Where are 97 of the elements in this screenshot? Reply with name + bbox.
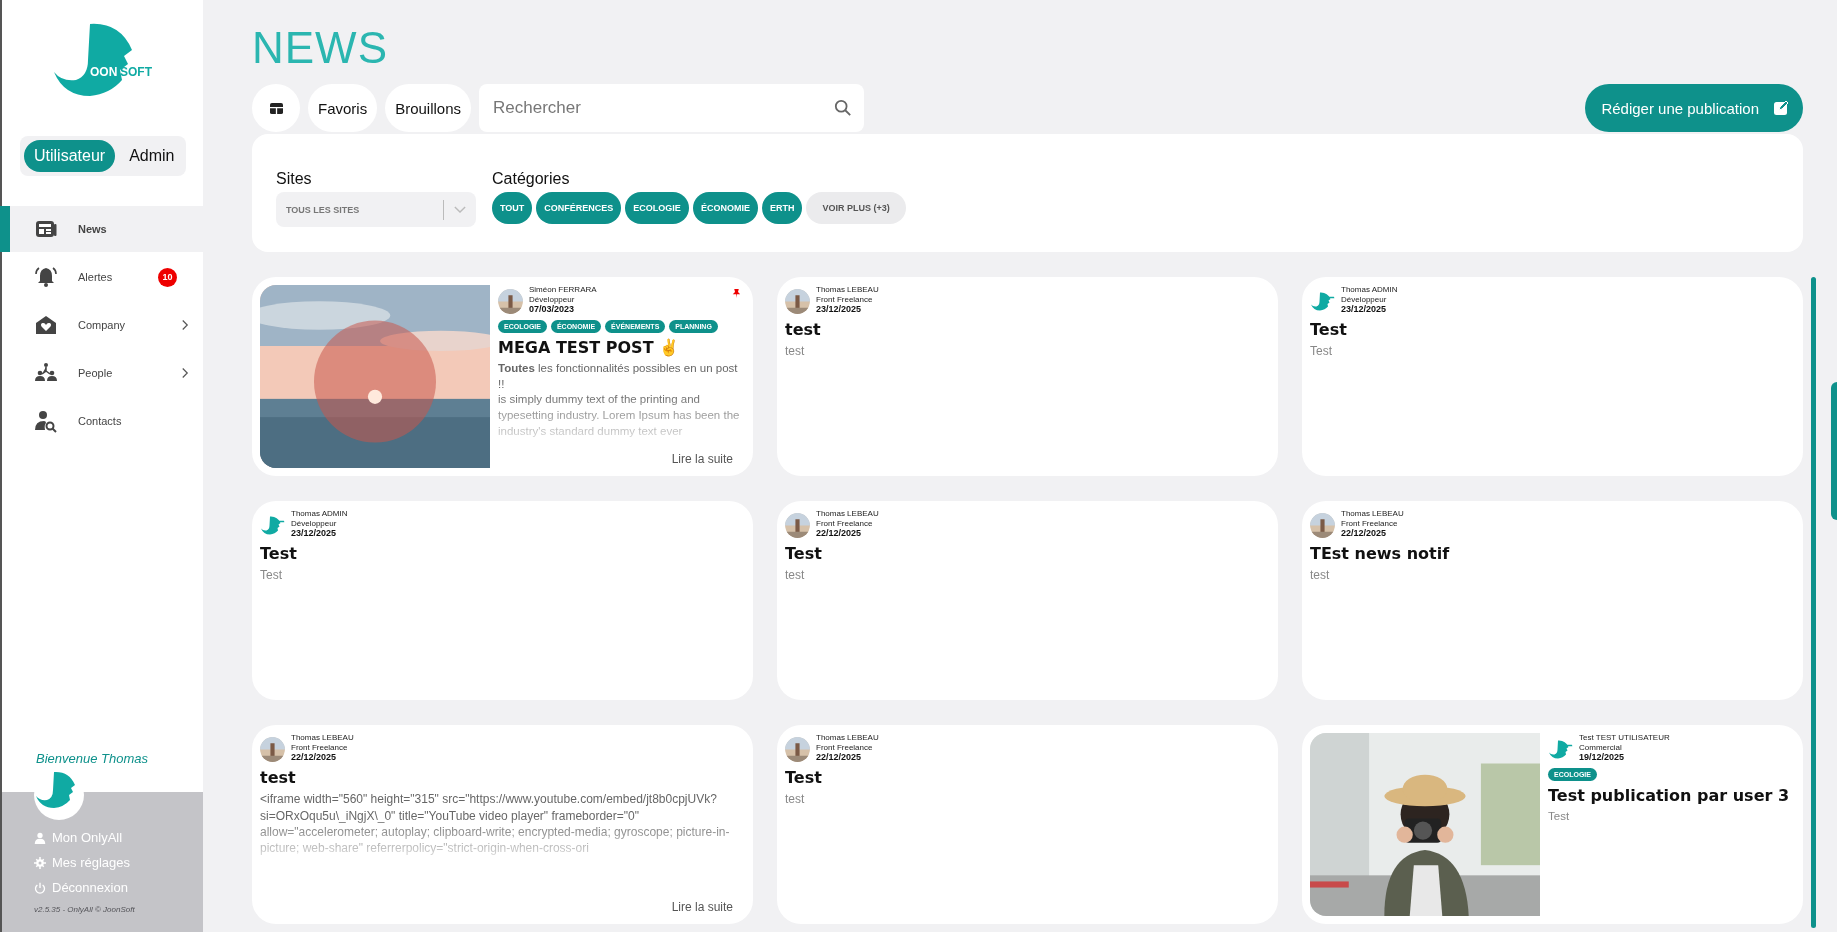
author-role: Front Freelance: [291, 742, 349, 753]
welcome-text: Bienvenue Thomas: [35, 751, 149, 766]
post-card[interactable]: Thomas ADMIN Développeur 23/12/2025 Test Test: [1302, 277, 1803, 476]
post-title: Test: [260, 544, 298, 564]
author-role: Développeur: [291, 518, 338, 529]
compose-button[interactable]: Rédiger une publication: [1585, 84, 1803, 132]
nav-label: News: [78, 223, 108, 235]
author-role: Front Freelance: [816, 518, 874, 529]
filter-button[interactable]: Brouillons: [385, 84, 472, 132]
author-name: Thomas LEBEAU: [816, 509, 880, 519]
edit-icon: [1773, 100, 1789, 116]
page-title: NEWS: [252, 26, 389, 70]
nav-item[interactable]: Contacts: [0, 398, 203, 444]
nav-item[interactable]: Alertes 10: [0, 254, 203, 300]
read-more-link[interactable]: Lire la suite: [671, 452, 733, 466]
post-excerpt: Test: [1548, 809, 1571, 825]
post-date: 22/12/2025: [1341, 528, 1388, 540]
nav-item[interactable]: People: [0, 350, 203, 396]
author-role: Front Freelance: [816, 294, 874, 305]
post-card[interactable]: Thomas LEBEAU Front Freelance 22/12/2025 Test test: [777, 501, 1278, 700]
author-role: Développeur: [529, 294, 576, 305]
post-title: Test: [1310, 320, 1348, 340]
house-heart-icon: [34, 313, 58, 337]
read-more-link[interactable]: Lire la suite: [671, 900, 733, 914]
post-excerpt: Test: [1310, 343, 1333, 360]
bell-icon: [34, 265, 58, 289]
mode-tab[interactable]: Utilisateur: [24, 140, 116, 172]
nav-item[interactable]: Company: [0, 302, 203, 348]
author-role: Commercial: [1579, 742, 1623, 753]
post-date: 23/12/2025: [816, 304, 863, 316]
scrollbar[interactable]: [1811, 277, 1816, 928]
post-title: Test: [785, 768, 823, 788]
post-date: 22/12/2025: [816, 528, 863, 540]
category-chip[interactable]: TOUT: [492, 192, 533, 224]
author-name: Thomas LEBEAU: [816, 285, 880, 295]
author-role: Développeur: [1341, 294, 1388, 305]
post-card[interactable]: [252, 277, 753, 476]
post-excerpt: test: [785, 791, 806, 808]
author-role: Front Freelance: [1341, 518, 1399, 529]
count-badge: 10: [158, 267, 177, 287]
post-date: 19/12/2025: [1579, 752, 1626, 764]
search-icon: [834, 99, 853, 117]
nav-label: Alertes: [78, 271, 114, 283]
post-title: Test: [785, 544, 823, 564]
nav-item[interactable]: News: [0, 206, 203, 252]
version-text: v2.5.35 - OnlyAll © JoonSoft: [34, 905, 136, 914]
post-excerpt: test: [785, 567, 806, 584]
search-field[interactable]: Rechercher: [479, 84, 865, 132]
user-icon: [34, 831, 46, 844]
post-title: test: [260, 768, 297, 788]
post-card[interactable]: Thomas LEBEAU Front Freelance 22/12/2025 TEst news notif test: [1302, 501, 1803, 700]
author-name: Thomas ADMIN: [1341, 285, 1399, 295]
sites-label: Sites: [276, 170, 313, 188]
sites-select[interactable]: TOUS LES SITES: [276, 192, 476, 227]
categories-label: Catégories: [492, 170, 571, 188]
nav-label: People: [78, 367, 114, 379]
post-card[interactable]: [252, 725, 753, 924]
chevron-down-icon: [454, 206, 466, 213]
post-card[interactable]: Thomas LEBEAU Front Freelance 23/12/2025 test test: [777, 277, 1278, 476]
author-name: Thomas ADMIN: [291, 509, 349, 519]
post-title: Test publication par user 3: [1548, 786, 1791, 806]
side-handle[interactable]: [1831, 382, 1837, 520]
post-card[interactable]: Thomas ADMIN Développeur 23/12/2025 Test Test: [252, 501, 753, 700]
mode-tab[interactable]: Admin: [119, 140, 185, 172]
nav-label: Contacts: [78, 415, 123, 427]
post-date: 07/03/2023: [529, 304, 576, 316]
post-excerpt: <iframe width="560" height="315" src="https://www.youtube.com/embed/jt8b0cpjUVk?si=ORxOqu5u\_iNgjX\_0" title="YouTube video player" frameborder="0" allow="accelerometer; autoplay; clipboard-write; encrypted-media; gyroscope; picture-in-picture; web-share" referrerpolicy="strict-origin-when-cross-ori: [260, 791, 731, 857]
post-excerpt: test: [1310, 567, 1331, 584]
post-title: test: [785, 320, 822, 340]
author-name: Thomas LEBEAU: [816, 733, 880, 743]
post-date: 22/12/2025: [816, 752, 863, 764]
post-date: 23/12/2025: [1341, 304, 1388, 316]
author-name: Thomas LEBEAU: [291, 733, 355, 743]
post-card[interactable]: Thomas LEBEAU Front Freelance 22/12/2025 Test test: [777, 725, 1278, 924]
contacts-icon: [34, 409, 58, 433]
view-toggle-button[interactable]: [252, 84, 300, 132]
post-date: 23/12/2025: [291, 528, 338, 540]
author-name: Siméon FERRARA: [529, 285, 598, 295]
power-icon: [34, 881, 46, 894]
post-excerpt: Test: [260, 567, 283, 584]
category-chip[interactable]: CONFÉRENCES: [536, 192, 622, 224]
table-icon: [268, 101, 284, 115]
post-excerpt: Toutes les fonctionnalités possibles en un post !! is simply dummy text of the printing and typesetting industry. Lorem Ipsum has been the industry's standard dummy text ever: [498, 361, 741, 439]
post-title: TEst news notif: [1310, 544, 1451, 564]
author-name: Test TEST UTILISATEUR: [1579, 733, 1671, 743]
show-more-button[interactable]: VOIR PLUS (+3): [806, 192, 906, 224]
post-date: 22/12/2025: [291, 752, 338, 764]
post-excerpt: test: [785, 343, 806, 360]
category-chip[interactable]: ERTH: [761, 192, 803, 224]
author-role: Front Freelance: [816, 742, 874, 753]
nav-label: Company: [78, 319, 127, 331]
author-name: Thomas LEBEAU: [1341, 509, 1405, 519]
category-chip[interactable]: ÉCONOMIE: [692, 192, 758, 224]
filter-button[interactable]: Favoris: [308, 84, 378, 132]
settings-icon: [34, 856, 46, 869]
post-title: MEGA TEST POST ✌: [498, 338, 681, 358]
category-chip[interactable]: ECOLOGIE: [625, 192, 689, 224]
